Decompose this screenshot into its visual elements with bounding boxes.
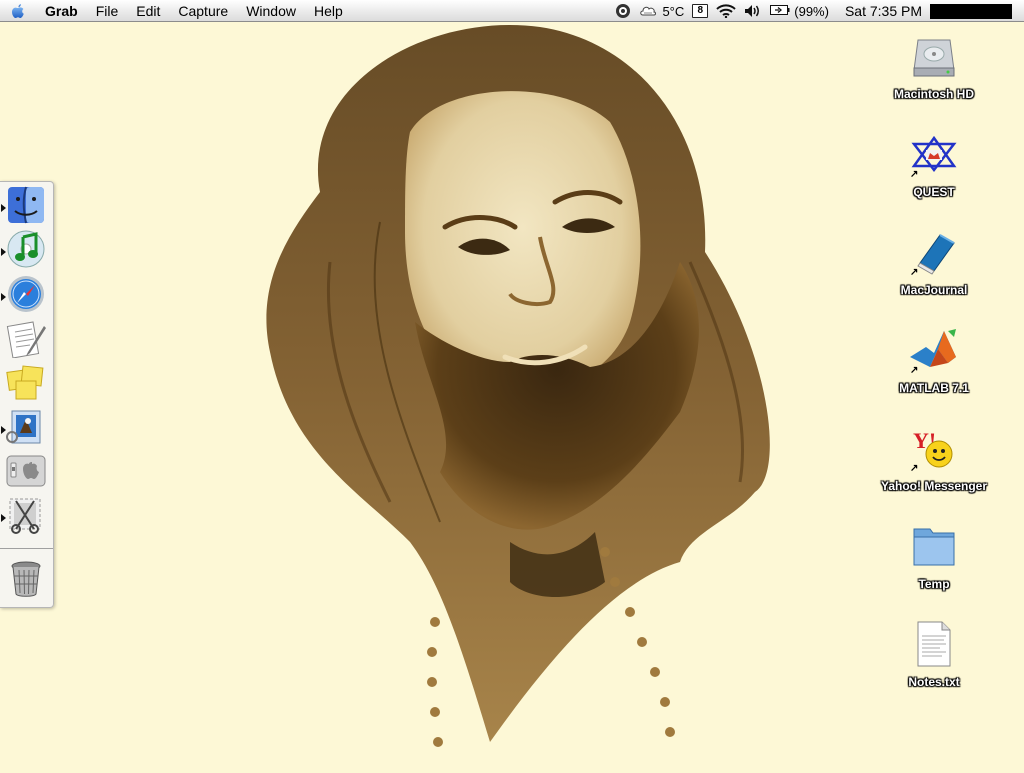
- running-indicator: [1, 426, 6, 434]
- desktop-icon-quest[interactable]: ↗ QUEST: [874, 130, 994, 199]
- weather-menu[interactable]: 5°C: [639, 3, 684, 20]
- folder-icon: [910, 523, 958, 574]
- alias-arrow-icon: ↗: [910, 267, 919, 278]
- running-indicator: [1, 248, 6, 256]
- menu-capture[interactable]: Capture: [169, 0, 237, 22]
- desktop-icon-matlab[interactable]: ↗ MATLAB 7.1: [874, 326, 994, 395]
- alias-arrow-icon: ↗: [910, 365, 919, 376]
- desktop-icon-label: Yahoo! Messenger: [880, 479, 988, 493]
- desktop-wallpaper: [210, 22, 810, 768]
- running-indicator: [1, 293, 6, 301]
- dock-item-safari[interactable]: [1, 275, 48, 318]
- running-indicator: [1, 514, 6, 522]
- safari-icon: [7, 275, 45, 318]
- battery-menu[interactable]: (99%): [770, 4, 829, 19]
- app-menu-grab[interactable]: Grab: [36, 0, 87, 22]
- dock-separator: [0, 548, 53, 549]
- desktop-icon-notes-txt[interactable]: Notes.txt: [874, 620, 994, 689]
- dock-item-grab[interactable]: [1, 495, 48, 540]
- finder-icon: [7, 186, 45, 229]
- itunes-icon: [6, 229, 46, 274]
- menu-file[interactable]: File: [87, 0, 128, 22]
- desktop-icon-macjournal[interactable]: ↗ MacJournal: [874, 228, 994, 297]
- dock-item-trash[interactable]: [4, 560, 48, 602]
- dock-item-stickies[interactable]: [4, 364, 48, 406]
- desktop-icon-label: Macintosh HD: [893, 87, 974, 101]
- calendar-icon[interactable]: 8: [692, 4, 709, 18]
- menu-window[interactable]: Window: [237, 0, 305, 22]
- menu-help[interactable]: Help: [305, 0, 352, 22]
- desktop-icon-label: MacJournal: [900, 283, 968, 297]
- menu-bar: Grab File Edit Capture Window Help 5°C 8…: [0, 0, 1024, 22]
- dock-item-mail[interactable]: [1, 407, 48, 452]
- hard-drive-icon: [910, 32, 958, 85]
- stickies-icon: [6, 364, 46, 406]
- volume-icon[interactable]: [744, 4, 762, 18]
- desktop-icon-label: MATLAB 7.1: [899, 381, 969, 395]
- alias-arrow-icon: ↗: [910, 169, 919, 180]
- desktop-icon-temp[interactable]: Temp: [874, 522, 994, 591]
- camera-status-icon[interactable]: [615, 3, 631, 19]
- menu-extras: 5°C 8 (99%) Sat 7:35 PM: [615, 0, 1024, 22]
- desktop-icon-macintosh-hd[interactable]: Macintosh HD: [874, 32, 994, 101]
- system-preferences-icon: [6, 453, 46, 494]
- dock-item-itunes[interactable]: [1, 229, 48, 274]
- dock-item-system-preferences[interactable]: [4, 452, 48, 494]
- desktop-icon-yahoo-messenger[interactable]: Y! ↗ Yahoo! Messenger: [874, 424, 994, 494]
- weather-cloud-icon: [639, 3, 657, 20]
- running-indicator: [1, 204, 6, 212]
- grab-icon: [6, 495, 46, 540]
- desktop-icon-label: QUEST: [913, 185, 955, 199]
- battery-icon: [770, 4, 790, 19]
- trash-icon: [8, 560, 44, 603]
- calendar-day: 8: [697, 5, 704, 16]
- weather-temperature: 5°C: [662, 3, 685, 19]
- textedit-icon: [6, 320, 46, 363]
- text-document-icon: [914, 620, 954, 673]
- dock-item-finder[interactable]: [1, 186, 48, 229]
- wallpaper-portrait-image: [266, 24, 770, 747]
- mail-icon: [6, 407, 46, 452]
- alias-arrow-icon: ↗: [910, 463, 919, 474]
- wifi-icon[interactable]: [716, 4, 736, 18]
- desktop-icon-label: Temp: [918, 577, 950, 591]
- battery-percentage: (99%): [794, 3, 829, 19]
- menu-edit[interactable]: Edit: [127, 0, 169, 22]
- desktop-icon-label: Notes.txt: [908, 675, 960, 689]
- apple-menu-icon[interactable]: [0, 2, 36, 20]
- redacted-user-menu[interactable]: [930, 3, 1012, 19]
- dock: [0, 181, 54, 608]
- dock-item-textedit[interactable]: [4, 320, 48, 362]
- menubar-clock[interactable]: Sat 7:35 PM: [845, 3, 922, 19]
